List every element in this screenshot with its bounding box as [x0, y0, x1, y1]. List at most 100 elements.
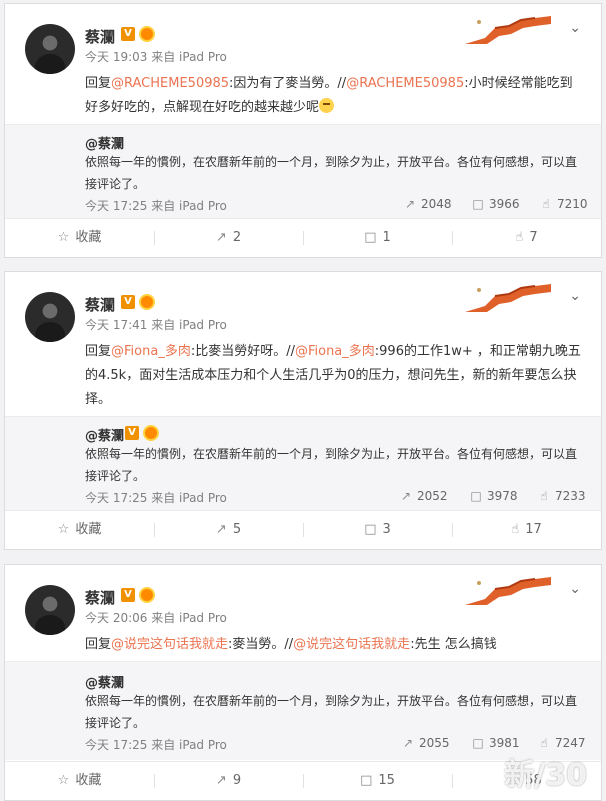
post-time: 今天 19:03 [85, 50, 148, 64]
share-icon: ↗ [400, 489, 412, 503]
medal-icon [139, 294, 155, 310]
action-bar: ☆ 收藏 ↗ 5 □ 3 ☝ 17 [5, 510, 601, 549]
quote-user[interactable]: @蔡瀾 [85, 425, 124, 444]
like-button[interactable]: ☝ 7 [452, 219, 601, 257]
medal-icon [139, 26, 155, 42]
quote-text: 依照每一年的慣例，在农曆新年前的一个月，到除夕为止，开放平台。各位有何感想，可以… [85, 694, 578, 730]
favorite-button[interactable]: ☆ 收藏 [5, 511, 154, 549]
star-icon: ☆ [57, 522, 70, 537]
post-source: 来自 iPad Pro [151, 50, 227, 64]
watermark-logo: 新/30 [504, 758, 587, 793]
quote-forward[interactable]: ↗ 2048 [403, 197, 452, 211]
mention-link[interactable]: @RACHEME50985 [346, 76, 464, 91]
thumbs-up-icon: ☝ [511, 522, 520, 537]
emoji-icon [319, 98, 335, 113]
quote-like[interactable]: ☝ 7233 [537, 489, 585, 503]
quote-text: 依照每一年的慣例，在农曆新年前的一个月，到除夕为止，开放平台。各位有何感想，可以… [85, 447, 578, 483]
reply-prefix: 回复 [85, 344, 112, 359]
verified-icon: V [121, 588, 135, 602]
verified-icon: V [121, 295, 135, 309]
mention-link[interactable]: @RACHEME50985 [111, 76, 229, 91]
post-source: 来自 iPad Pro [151, 318, 227, 332]
quote-meta: 今天 17:25 来自 iPad Pro [85, 491, 227, 505]
avatar[interactable] [25, 24, 75, 74]
user-name[interactable]: 蔡瀾 [85, 587, 115, 608]
quote-like[interactable]: ☝ 7210 [539, 197, 587, 211]
share-icon: ↗ [404, 197, 416, 211]
favorite-button[interactable]: ☆ 收藏 [5, 219, 154, 257]
post-source: 来自 iPad Pro [151, 611, 227, 625]
quote-comment[interactable]: □ 3981 [471, 736, 519, 750]
thumbs-up-icon: ☝ [542, 197, 550, 211]
action-bar: ☆ 收藏 ↗ 2 □ 1 ☝ 7 [5, 218, 601, 257]
quote-like[interactable]: ☝ 7247 [537, 736, 585, 750]
forward-button[interactable]: ↗ 2 [154, 219, 303, 257]
like-button[interactable]: ☝ 17 [452, 511, 601, 549]
comment-icon: □ [472, 197, 484, 211]
quote-text: 依照每一年的慣例，在农曆新年前的一个月，到除夕为止，开放平台。各位有何感想，可以… [85, 155, 578, 191]
quote-comment[interactable]: □ 3978 [469, 489, 517, 503]
chevron-down-icon[interactable]: ⌄ [569, 288, 581, 304]
star-icon: ☆ [57, 773, 70, 788]
quoted-post[interactable]: @蔡瀾 V 依照每一年的慣例，在农曆新年前的一个月，到除夕为止，开放平台。各位有… [5, 416, 601, 513]
comment-button[interactable]: □ 1 [303, 219, 452, 257]
post-text: :比麥当勞好呀。// [190, 344, 295, 359]
mention-link[interactable]: @说完这句话我就走 [293, 637, 410, 652]
quote-user[interactable]: @蔡瀾 [85, 672, 124, 691]
forward-button[interactable]: ↗ 9 [154, 762, 303, 800]
quoted-post[interactable]: @蔡瀾 依照每一年的慣例，在农曆新年前的一个月，到除夕为止，开放平台。各位有何感… [5, 124, 601, 219]
post-card: 蔡瀾 V ⌄ 今天 20:06 来自 iPad Pro 回复@说完这句话我就走:… [4, 564, 602, 801]
quoted-post[interactable]: @蔡瀾 依照每一年的慣例，在农曆新年前的一个月，到除夕为止，开放平台。各位有何感… [5, 661, 601, 760]
medal-icon [143, 425, 159, 441]
share-icon: ↗ [402, 736, 414, 750]
mention-link[interactable]: @说完这句话我就走 [111, 637, 228, 652]
reply-prefix: 回复 [85, 637, 112, 652]
great-wall-icon [465, 284, 551, 312]
post-meta: 今天 17:41 来自 iPad Pro [85, 316, 227, 333]
mention-link[interactable]: @Fiona_多肉 [295, 344, 375, 359]
post-text: :先生 怎么搞钱 [410, 637, 497, 652]
great-wall-icon [465, 577, 551, 605]
post-content: 回复@Fiona_多肉:比麥当勞好呀。//@Fiona_多肉:996的工作1w+… [85, 340, 585, 412]
post-card: 蔡瀾 V ⌄ 今天 19:03 来自 iPad Pro 回复@RACHEME50… [4, 3, 602, 258]
quote-comment[interactable]: □ 3966 [471, 197, 519, 211]
post-card: 蔡瀾 V ⌄ 今天 17:41 来自 iPad Pro 回复@Fiona_多肉:… [4, 271, 602, 550]
avatar[interactable] [25, 585, 75, 635]
share-icon: ↗ [215, 522, 227, 537]
post-text: :因为有了麥当勞。// [229, 76, 347, 91]
comment-icon: □ [360, 773, 373, 788]
comment-icon: □ [364, 230, 377, 245]
comment-button[interactable]: □ 15 [303, 762, 452, 800]
post-text: :麥当勞。// [228, 637, 294, 652]
reply-prefix: 回复 [85, 76, 112, 91]
mention-link[interactable]: @Fiona_多肉 [111, 344, 191, 359]
thumbs-up-icon: ☝ [515, 230, 524, 245]
share-icon: ↗ [215, 773, 227, 788]
comment-button[interactable]: □ 3 [303, 511, 452, 549]
comment-icon: □ [364, 522, 377, 537]
user-name[interactable]: 蔡瀾 [85, 26, 115, 47]
quote-user[interactable]: @蔡瀾 [85, 133, 124, 152]
comment-icon: □ [472, 736, 484, 750]
user-name[interactable]: 蔡瀾 [85, 294, 115, 315]
chevron-down-icon[interactable]: ⌄ [569, 20, 581, 36]
chevron-down-icon[interactable]: ⌄ [569, 581, 581, 597]
post-content: 回复@RACHEME50985:因为有了麥当勞。//@RACHEME50985:… [85, 72, 585, 120]
great-wall-icon [465, 16, 551, 44]
quote-meta: 今天 17:25 来自 iPad Pro [85, 199, 227, 213]
quote-forward[interactable]: ↗ 2055 [401, 736, 450, 750]
quote-meta: 今天 17:25 来自 iPad Pro [85, 738, 227, 752]
comment-icon: □ [470, 489, 482, 503]
quote-forward[interactable]: ↗ 2052 [399, 489, 448, 503]
avatar[interactable] [25, 292, 75, 342]
post-content: 回复@说完这句话我就走:麥当勞。//@说完这句话我就走:先生 怎么搞钱 [85, 633, 585, 657]
share-icon: ↗ [215, 230, 227, 245]
post-meta: 今天 20:06 来自 iPad Pro [85, 609, 227, 626]
verified-icon: V [121, 27, 135, 41]
thumbs-up-icon: ☝ [540, 736, 548, 750]
thumbs-up-icon: ☝ [540, 489, 548, 503]
forward-button[interactable]: ↗ 5 [154, 511, 303, 549]
favorite-button[interactable]: ☆ 收藏 [5, 762, 154, 800]
post-time: 今天 17:41 [85, 318, 148, 332]
medal-icon [139, 587, 155, 603]
